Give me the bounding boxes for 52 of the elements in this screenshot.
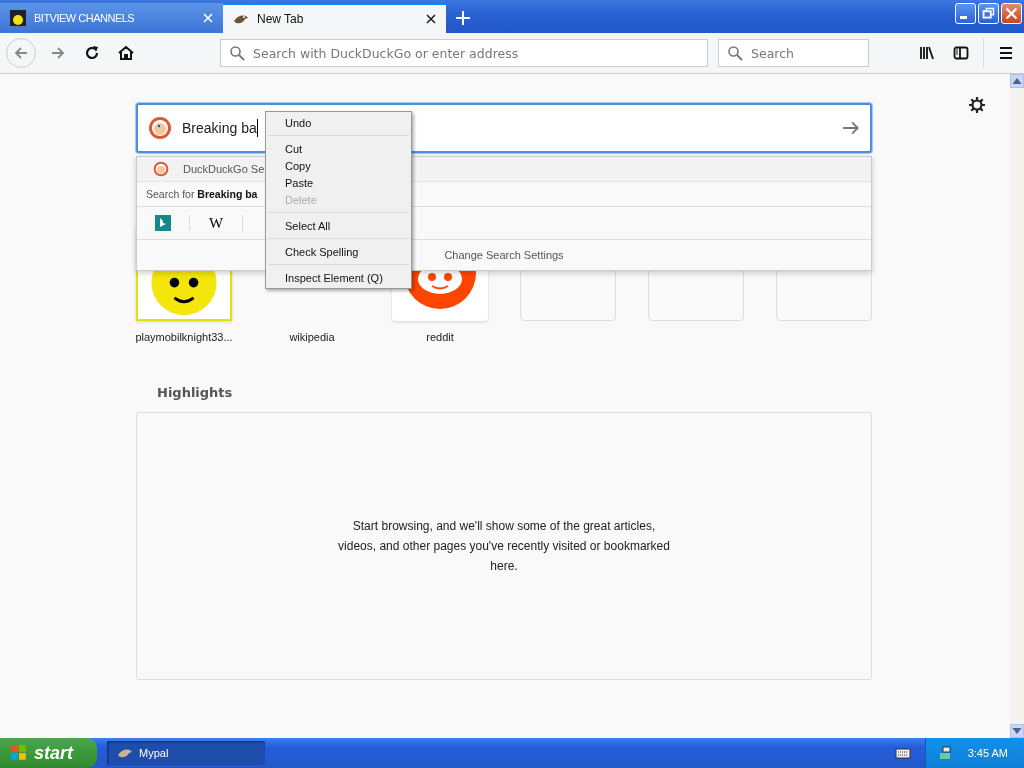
site-label: playmobilknight33... xyxy=(135,331,233,343)
search-value: Breaking ba xyxy=(182,120,257,136)
address-bar[interactable]: Search with DuckDuckGo or enter address xyxy=(220,39,708,67)
menu-item[interactable]: Copy xyxy=(266,157,411,174)
close-icon[interactable] xyxy=(426,14,436,24)
search-icon xyxy=(229,45,245,61)
start-button[interactable]: start xyxy=(0,738,97,768)
close-button[interactable] xyxy=(1001,3,1022,24)
windows-flag-icon xyxy=(10,744,28,762)
menu-item[interactable]: Inspect Element (Q) xyxy=(266,269,411,286)
search-icon xyxy=(727,45,743,61)
tab-title: BITVIEW CHANNELS xyxy=(34,12,136,24)
library-icon[interactable] xyxy=(919,45,935,61)
settings-icon[interactable] xyxy=(969,97,985,113)
network-icon[interactable] xyxy=(937,745,954,761)
avatar-icon xyxy=(10,10,26,26)
search-bar[interactable]: Search xyxy=(718,39,869,67)
keyboard-icon[interactable] xyxy=(894,745,911,761)
reload-icon[interactable] xyxy=(84,45,100,61)
home-icon[interactable] xyxy=(118,45,134,61)
browser-tab[interactable]: New Tab xyxy=(223,3,446,33)
menu-item[interactable]: Undo xyxy=(266,114,411,131)
duck-icon xyxy=(148,116,172,140)
menu-icon[interactable] xyxy=(998,45,1014,61)
sidebar-icon[interactable] xyxy=(953,45,969,61)
tab-title: New Tab xyxy=(257,12,305,26)
duck-icon xyxy=(153,161,169,177)
restore-button[interactable] xyxy=(978,3,999,24)
bing-icon[interactable] xyxy=(155,215,171,231)
browser-tab[interactable]: BITVIEW CHANNELS xyxy=(0,3,223,33)
site-label: wikipedia xyxy=(289,331,335,343)
site-label: reddit xyxy=(426,331,454,343)
settings-link[interactable]: Change Search Settings xyxy=(444,249,564,261)
back-arrow-icon xyxy=(13,45,29,61)
plus-icon[interactable] xyxy=(456,11,470,25)
scroll-down-button[interactable] xyxy=(1010,724,1024,738)
wikipedia-button[interactable]: W xyxy=(208,214,224,232)
arrow-icon[interactable] xyxy=(842,119,860,137)
forward-icon[interactable] xyxy=(50,45,66,61)
section-title: Highlights xyxy=(157,385,234,400)
menu-item[interactable]: Select All xyxy=(266,217,411,234)
minimize-button[interactable] xyxy=(955,3,976,24)
menu-item[interactable]: Check Spelling xyxy=(266,243,411,260)
minimize-icon xyxy=(960,16,967,19)
search-field[interactable]: Search xyxy=(751,45,860,61)
search-for-label: Search for Breaking ba xyxy=(146,188,258,200)
taskbar-button[interactable]: Mypal xyxy=(107,741,265,765)
clock: 3:45 AM xyxy=(967,747,1008,759)
back-button[interactable] xyxy=(6,38,36,68)
scroll-up-button[interactable] xyxy=(1010,74,1024,88)
address-field[interactable]: Search with DuckDuckGo or enter address xyxy=(253,45,699,61)
empty-message: Start browsing, and we'll show some of the great articles, videos, and other pages you've recently visited or bookmarked here. xyxy=(337,518,671,575)
